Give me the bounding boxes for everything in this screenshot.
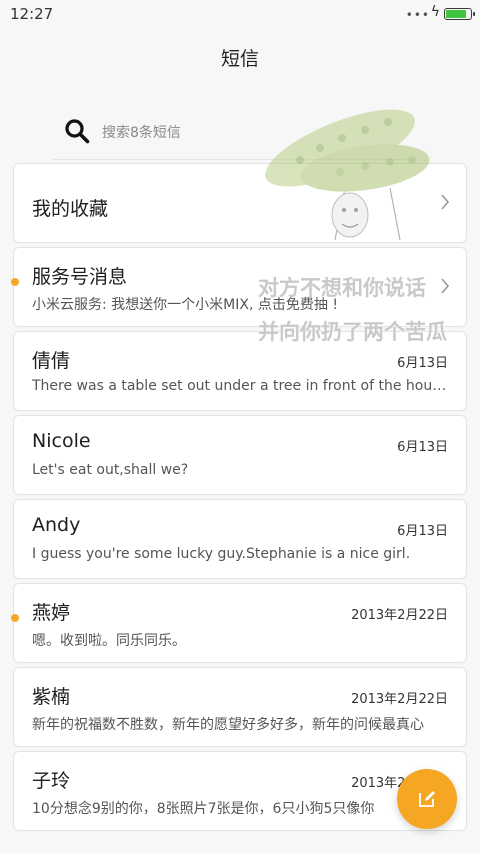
conversation-preview: Let's eat out,shall we? — [32, 462, 189, 478]
battery-icon — [444, 8, 475, 20]
conversation-name: 服务号消息 — [32, 266, 128, 288]
conversation-preview: There was a table set out under a tree i… — [32, 378, 448, 394]
battery-fill — [446, 10, 466, 18]
search-bar[interactable]: 搜索8条短信 — [52, 108, 412, 160]
favorites-item[interactable]: 我的收藏 — [13, 163, 467, 243]
compose-icon — [419, 791, 435, 807]
conversation-date: 2013年2月22日 — [351, 608, 448, 623]
messages-screen: 12:27 ••• ϟ 短信 搜索8条短信 我的收藏 服务号消息 小米云服务: … — [0, 0, 480, 853]
conversation-preview: I guess you're some lucky guy.Stephanie … — [32, 546, 411, 562]
conversation-item[interactable]: 倩倩 6月13日 There was a table set out under… — [13, 331, 467, 411]
conversation-name: Andy — [32, 514, 81, 536]
conversation-name: 子玲 — [32, 770, 71, 792]
page-title: 短信 — [220, 48, 259, 70]
conversation-name: 燕婷 — [32, 602, 71, 624]
conversation-date: 2013年2月22日 — [351, 692, 448, 707]
conversation-preview: 10分想念9别的你，8张照片7张是你，6只小狗5只像你 — [32, 801, 375, 817]
conversation-date: 6月13日 — [397, 524, 448, 539]
status-bar: 12:27 ••• ϟ — [0, 0, 480, 30]
conversation-preview: 嗯。收到啦。同乐同乐。 — [32, 633, 186, 649]
search-divider — [52, 159, 412, 160]
conversation-preview: 新年的祝福数不胜数，新年的愿望好多好多，新年的问候最真心 — [32, 717, 424, 733]
conversation-item[interactable]: Andy 6月13日 I guess you're some lucky guy… — [13, 499, 467, 579]
unread-dot — [11, 278, 19, 286]
conversation-name: 紫楠 — [32, 686, 71, 708]
conversation-date: 6月13日 — [397, 440, 448, 455]
conversation-item[interactable]: 服务号消息 小米云服务: 我想送你一个小米MIX, 点击免费抽 ! — [11, 247, 467, 327]
more-notifications-icon: ••• — [405, 8, 430, 22]
search-placeholder: 搜索8条短信 — [102, 125, 181, 141]
favorites-label: 我的收藏 — [32, 198, 109, 220]
conversation-item[interactable]: 燕婷 2013年2月22日 嗯。收到啦。同乐同乐。 — [11, 583, 467, 663]
status-time: 12:27 — [10, 5, 54, 23]
unread-dot — [11, 614, 19, 622]
compose-button[interactable] — [397, 769, 457, 829]
conversation-preview: 小米云服务: 我想送你一个小米MIX, 点击免费抽 ! — [32, 297, 338, 313]
chevron-right-icon — [441, 278, 450, 294]
conversation-item[interactable]: 紫楠 2013年2月22日 新年的祝福数不胜数，新年的愿望好多好多，新年的问候最… — [13, 667, 467, 747]
search-icon — [65, 119, 90, 144]
conversation-name: Nicole — [32, 430, 91, 452]
conversation-name: 倩倩 — [32, 350, 71, 372]
conversation-date: 6月13日 — [397, 356, 448, 371]
conversation-item[interactable]: Nicole 6月13日 Let's eat out,shall we? — [13, 415, 467, 495]
charging-icon: ϟ — [430, 4, 440, 20]
chevron-right-icon — [441, 194, 450, 210]
